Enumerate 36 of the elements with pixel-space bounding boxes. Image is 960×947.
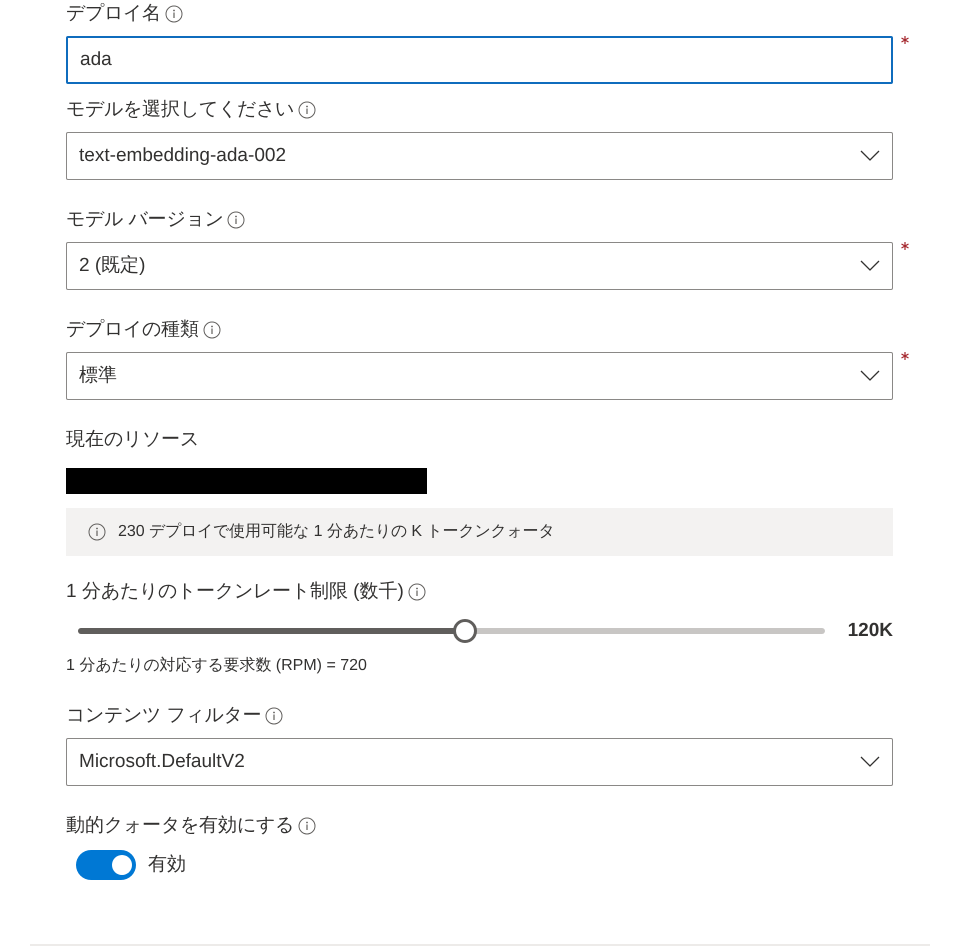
slider-reading: 120K	[848, 618, 893, 643]
info-icon[interactable]	[265, 707, 284, 725]
dropdown[interactable]: 2 (既定)	[66, 242, 893, 290]
field-label: 現在のリソース	[66, 428, 199, 452]
banner-text: 230 デプロイで使用可能な 1 分あたりの K トークンクォータ	[118, 522, 554, 542]
info-icon[interactable]	[298, 817, 316, 835]
dropdown-value: Microsoft.DefaultV2	[79, 750, 245, 774]
rpm-note: 1 分あたりの対応する要求数 (RPM) = 720	[66, 656, 368, 676]
dropdown-value: 標準	[79, 364, 117, 388]
toggle-switch[interactable]	[76, 850, 136, 880]
info-icon[interactable]	[227, 211, 246, 229]
dropdown[interactable]: text-embedding-ada-002	[66, 132, 893, 180]
dropdown[interactable]: 標準	[66, 352, 893, 400]
chevron-down-icon	[860, 756, 880, 768]
info-icon[interactable]	[298, 101, 316, 119]
chevron-down-icon	[860, 370, 880, 382]
field-label: 1 分あたりのトークンレート制限 (数千)	[66, 580, 404, 604]
field-label: 動的クォータを有効にする	[66, 814, 294, 838]
field-label: コンテンツ フィルター	[66, 704, 262, 728]
dropdown-value: 2 (既定)	[79, 254, 146, 278]
field-label: モデルを選択してください	[66, 98, 294, 122]
dropdown-value: text-embedding-ada-002	[79, 144, 286, 168]
info-icon[interactable]	[408, 583, 426, 601]
chevron-down-icon	[860, 260, 880, 272]
field-label: デプロイの種類	[66, 318, 199, 342]
field-label: モデル バージョン	[66, 208, 224, 232]
field-label: デプロイ名	[66, 2, 161, 26]
chevron-down-icon	[860, 150, 880, 162]
dropdown[interactable]: Microsoft.DefaultV2	[66, 738, 893, 786]
slider-thumb[interactable]	[452, 619, 477, 643]
toggle-state-label: 有効	[148, 852, 186, 877]
slider-track[interactable]	[78, 619, 825, 643]
deployment-name-field[interactable]: ada	[66, 36, 893, 84]
info-icon[interactable]	[203, 321, 221, 339]
info-icon[interactable]	[88, 523, 106, 541]
info-icon[interactable]	[165, 5, 183, 23]
